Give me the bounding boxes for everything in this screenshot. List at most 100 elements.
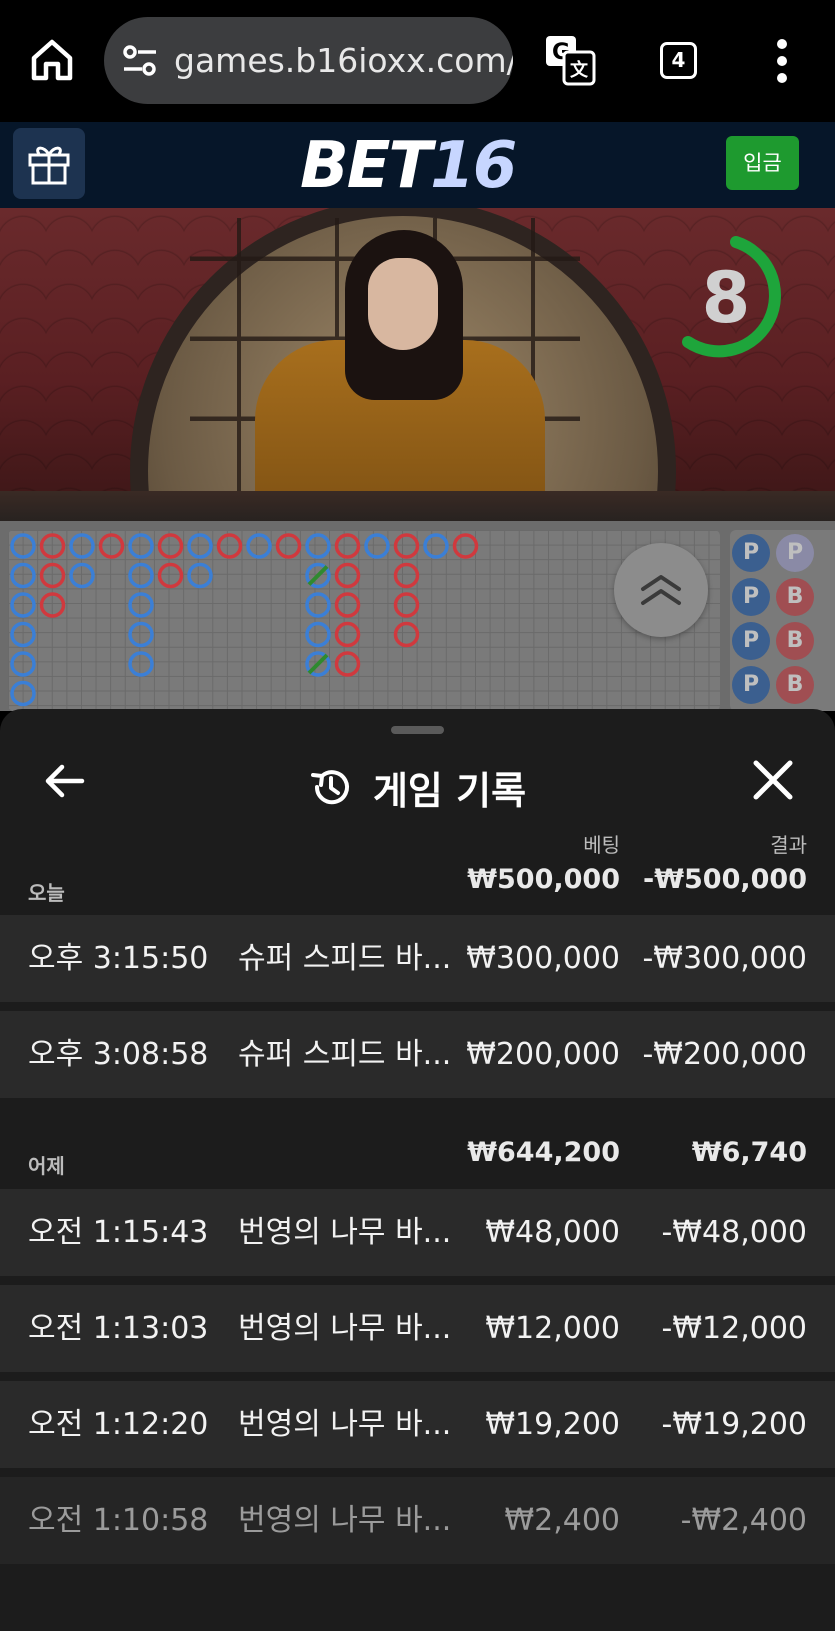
- road-bead: [69, 533, 95, 559]
- history-row[interactable]: 오전 1:13:03 번영의 나무 바... ₩12,000 -₩12,000: [0, 1285, 835, 1372]
- bead-plate: P P P B P B P B: [730, 530, 835, 711]
- bead-player: P: [732, 666, 770, 704]
- road-bead: [216, 533, 243, 559]
- road-bead: [334, 592, 361, 618]
- bead-player: P: [732, 534, 770, 572]
- more-vert-icon[interactable]: [770, 38, 794, 84]
- gift-button[interactable]: [13, 128, 85, 199]
- row-time: 오전 1:10:58: [28, 1503, 209, 1538]
- row-time: 오전 1:12:20: [28, 1407, 209, 1442]
- group-total-result: ₩6,740: [691, 1137, 807, 1168]
- tie-mark: [307, 565, 329, 586]
- scroll-up-button[interactable]: [614, 543, 708, 637]
- road-bead: [452, 533, 479, 559]
- row-game: 번영의 나무 바...: [238, 1215, 452, 1250]
- row-bet: ₩300,000: [466, 941, 620, 976]
- deposit-button[interactable]: 입금: [726, 136, 799, 190]
- row-game: 번영의 나무 바...: [238, 1503, 452, 1538]
- game-history-sheet: 게임 기록 베팅 결과 오늘 ₩500,000 -₩500,000 오후 3:1…: [0, 709, 835, 1631]
- history-icon: [310, 770, 349, 805]
- site-header: BET16 입금: [0, 122, 835, 208]
- bead-player: P: [732, 622, 770, 660]
- row-result: -₩19,200: [661, 1407, 807, 1442]
- road-bead: [69, 562, 95, 589]
- home-icon[interactable]: [28, 36, 76, 84]
- countdown-timer: 8: [701, 257, 751, 339]
- history-row[interactable]: 오후 3:15:50 슈퍼 스피드 바... ₩300,000 -₩300,00…: [0, 915, 835, 1002]
- svg-text:文: 文: [570, 59, 589, 81]
- road-bead: [305, 592, 331, 618]
- group-label-yesterday: 어제: [28, 1154, 65, 1178]
- road-bead: [246, 533, 272, 559]
- road-bead: [187, 562, 213, 589]
- road-bead: [305, 621, 331, 648]
- road-bead: [423, 533, 449, 559]
- bead-banker: B: [776, 578, 814, 616]
- road-bead: [10, 562, 36, 589]
- site-logo[interactable]: BET16: [300, 130, 517, 202]
- row-bet: ₩19,200: [485, 1407, 620, 1442]
- road-bead: [157, 533, 184, 559]
- road-bead: [10, 621, 36, 648]
- row-result: -₩200,000: [642, 1037, 807, 1072]
- group-total-bet: ₩500,000: [467, 864, 620, 895]
- row-time: 오후 3:15:50: [28, 941, 209, 976]
- road-bead: [393, 562, 420, 589]
- tie-mark: [307, 653, 329, 675]
- road-bead: [393, 533, 420, 559]
- sheet-header: 게임 기록: [0, 747, 835, 827]
- road-bead: [334, 651, 361, 677]
- row-bet: ₩48,000: [485, 1215, 620, 1250]
- road-bead: [275, 533, 302, 559]
- road-bead: [393, 621, 420, 648]
- road-bead: [10, 533, 36, 559]
- road-bead: [393, 592, 420, 618]
- scoreboard-roadmap: [0, 521, 835, 711]
- column-header-bet: 베팅: [583, 833, 620, 857]
- road-bead: [128, 533, 154, 559]
- bead-player: P: [732, 578, 770, 616]
- tune-icon[interactable]: [122, 44, 158, 78]
- road-bead: [39, 562, 66, 589]
- road-bead: [98, 533, 125, 559]
- row-time: 오후 3:08:58: [28, 1037, 209, 1072]
- close-icon[interactable]: [750, 757, 796, 803]
- history-row[interactable]: 오전 1:10:58 번영의 나무 바... ₩2,400 -₩2,400: [0, 1477, 835, 1564]
- address-bar[interactable]: games.b16ioxx.com/l: [104, 17, 513, 104]
- history-row[interactable]: 오전 1:15:43 번영의 나무 바... ₩48,000 -₩48,000: [0, 1189, 835, 1276]
- bead-banker: B: [776, 666, 814, 704]
- road-bead: [10, 592, 36, 618]
- sheet-drag-handle[interactable]: [391, 726, 444, 734]
- road-bead: [334, 621, 361, 648]
- bead-player: P: [776, 534, 814, 572]
- group-total-result: -₩500,000: [643, 864, 807, 895]
- browser-toolbar: games.b16ioxx.com/l G 文 4: [0, 0, 835, 122]
- sheet-title: 게임 기록: [372, 768, 527, 813]
- big-road-grid: [8, 530, 720, 711]
- road-bead: [157, 562, 184, 589]
- gift-icon: [28, 146, 70, 185]
- row-time: 오전 1:13:03: [28, 1311, 209, 1346]
- row-game: 번영의 나무 바...: [238, 1311, 452, 1346]
- double-chevron-up-icon: [641, 575, 681, 605]
- history-row[interactable]: 오후 3:08:58 슈퍼 스피드 바... ₩200,000 -₩200,00…: [0, 1011, 835, 1098]
- road-bead: [128, 562, 154, 589]
- tab-switcher-button[interactable]: 4: [660, 42, 697, 79]
- row-result: -₩300,000: [642, 941, 807, 976]
- column-header-result: 결과: [770, 833, 807, 857]
- road-bead: [128, 651, 154, 677]
- history-row[interactable]: 오전 1:12:20 번영의 나무 바... ₩19,200 -₩19,200: [0, 1381, 835, 1468]
- row-bet: ₩12,000: [485, 1311, 620, 1346]
- row-game: 슈퍼 스피드 바...: [238, 941, 452, 976]
- group-total-bet: ₩644,200: [467, 1137, 620, 1168]
- road-bead: [187, 533, 213, 559]
- road-bead: [10, 680, 36, 707]
- road-bead: [128, 592, 154, 618]
- bead-banker: B: [776, 622, 814, 660]
- row-time: 오전 1:15:43: [28, 1215, 209, 1250]
- row-bet: ₩200,000: [466, 1037, 620, 1072]
- road-bead: [39, 592, 66, 618]
- translate-icon[interactable]: G 文: [544, 34, 596, 86]
- row-bet: ₩2,400: [504, 1503, 620, 1538]
- url-text[interactable]: games.b16ioxx.com/l: [174, 17, 513, 104]
